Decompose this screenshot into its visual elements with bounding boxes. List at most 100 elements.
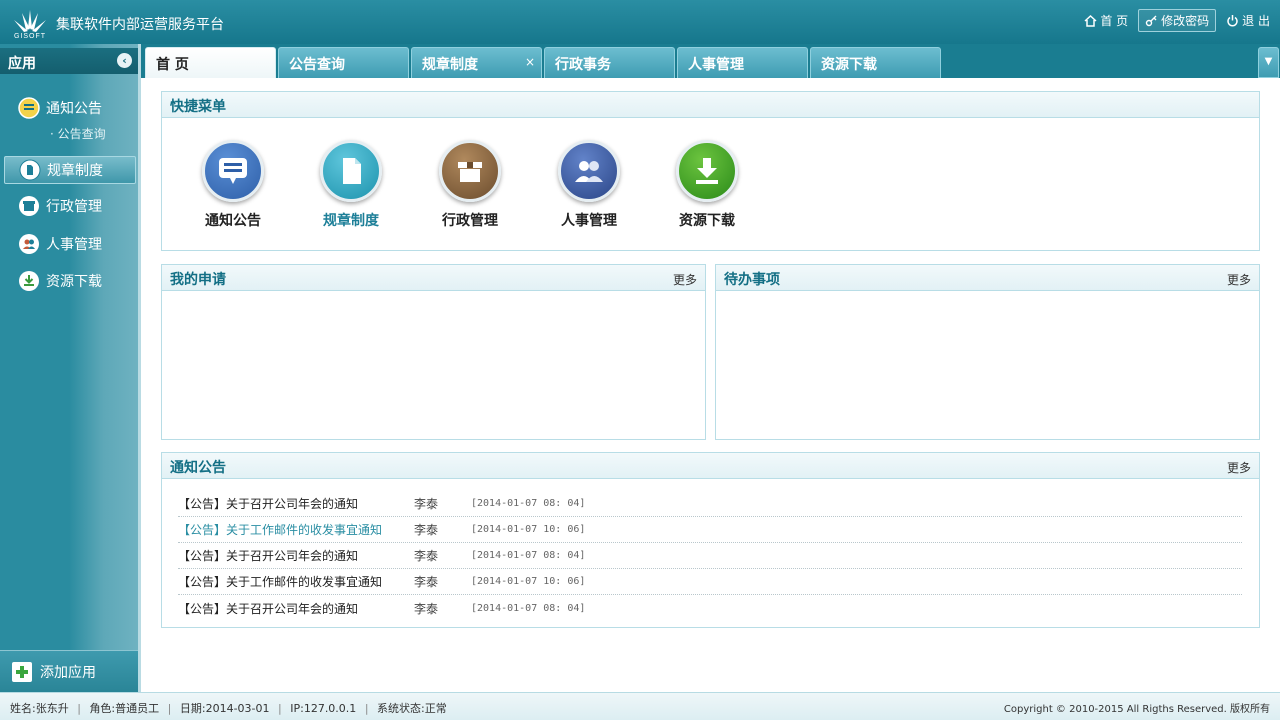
panel-header: 我的申请 更多 bbox=[162, 265, 705, 291]
notice-icon bbox=[219, 158, 247, 184]
panel-header: 待办事项 更多 bbox=[716, 265, 1259, 291]
todo-more-link[interactable]: 更多 bbox=[1227, 271, 1251, 288]
document-icon bbox=[343, 158, 361, 184]
tab-label: 资源下载 bbox=[821, 57, 877, 73]
notice-title: 【公告】关于召开公司年会的通知 bbox=[178, 549, 359, 563]
sidebar-item-label: 通知公告 bbox=[46, 101, 102, 117]
quick-regulations-button[interactable]: 规章制度 bbox=[306, 140, 396, 230]
panel-header: 通知公告 更多 bbox=[162, 453, 1259, 479]
status-bar: 姓名:张东升 | 角色:普通员工 | 日期:2014-03-01 | IP:12… bbox=[0, 692, 1280, 720]
notices-more-link[interactable]: 更多 bbox=[1227, 459, 1251, 476]
sidebar: 应用 ‹ 通知公告 · 公告查询 规章制度 行政管理 人事管理 资源下载 添加应… bbox=[0, 44, 141, 692]
notice-row[interactable]: 【公告】关于工作邮件的收发事宜通知 李泰 [2014-01-07 10: 06] bbox=[178, 517, 1242, 543]
status-user-name: 姓名:张东升 bbox=[10, 702, 69, 715]
box-icon bbox=[19, 196, 39, 216]
tab-close-icon[interactable]: × bbox=[525, 55, 535, 69]
my-requests-more-link[interactable]: 更多 bbox=[673, 271, 697, 288]
todo-panel: 待办事项 更多 bbox=[715, 264, 1260, 440]
tab-bar: 首 页 公告查询 规章制度 × 行政事务 人事管理 资源下载 ▼ bbox=[141, 44, 1280, 78]
notice-row[interactable]: 【公告】关于工作邮件的收发事宜通知 李泰 [2014-01-07 10: 06] bbox=[178, 569, 1242, 595]
sidebar-item-hr[interactable]: 人事管理 bbox=[4, 230, 136, 258]
notice-title: 【公告】关于工作邮件的收发事宜通知 bbox=[178, 575, 383, 589]
sidebar-item-regulations[interactable]: 规章制度 bbox=[4, 156, 136, 184]
notice-row[interactable]: 【公告】关于召开公司年会的通知 李泰 [2014-01-07 08: 04] bbox=[178, 491, 1242, 517]
add-app-button[interactable]: 添加应用 bbox=[0, 650, 138, 692]
quick-notice-circle bbox=[202, 140, 264, 202]
quick-item-label: 人事管理 bbox=[561, 213, 617, 229]
quick-notices-button[interactable]: 通知公告 bbox=[188, 140, 278, 230]
notice-date: [2014-01-07 10: 06] bbox=[471, 576, 586, 587]
tab-notice-query[interactable]: 公告查询 bbox=[278, 47, 409, 78]
collapse-sidebar-button[interactable]: ‹ bbox=[117, 53, 132, 68]
notice-author: 李泰 bbox=[414, 575, 439, 589]
sidebar-item-notices[interactable]: 通知公告 bbox=[4, 94, 136, 122]
notice-title: 【公告】关于召开公司年会的通知 bbox=[178, 497, 359, 511]
tab-downloads[interactable]: 资源下载 bbox=[810, 47, 941, 78]
notices-panel: 通知公告 更多 【公告】关于召开公司年会的通知 李泰 [2014-01-07 0… bbox=[161, 452, 1260, 628]
quick-admin-button[interactable]: 行政管理 bbox=[425, 140, 515, 230]
quick-menu-panel: 快捷菜单 通知公告 规章制度 行政管理 人事管理 资源下载 bbox=[161, 91, 1260, 251]
status-separator: | bbox=[167, 702, 172, 715]
sidebar-header: 应用 ‹ bbox=[0, 48, 138, 74]
plus-icon bbox=[12, 661, 32, 682]
quick-item-label: 规章制度 bbox=[323, 213, 379, 229]
sidebar-item-label: 资源下载 bbox=[46, 274, 102, 290]
notice-date: [2014-01-07 08: 04] bbox=[471, 498, 586, 509]
change-password-button[interactable]: 修改密码 bbox=[1138, 9, 1217, 32]
sidebar-item-downloads[interactable]: 资源下载 bbox=[4, 267, 136, 295]
home-link[interactable]: 首 页 bbox=[1084, 12, 1128, 29]
notice-title: 【公告】关于召开公司年会的通知 bbox=[178, 601, 359, 616]
status-ip: IP:127.0.0.1 bbox=[290, 702, 357, 715]
notice-date: [2014-01-07 08: 04] bbox=[471, 550, 586, 561]
notice-icon bbox=[18, 97, 40, 119]
tab-label: 首 页 bbox=[156, 57, 189, 73]
panel-title: 我的申请 bbox=[170, 272, 226, 288]
notice-row[interactable]: 【公告】关于召开公司年会的通知 李泰 [2014-01-07 08: 04] bbox=[178, 543, 1242, 569]
tab-label: 公告查询 bbox=[289, 57, 345, 73]
people-icon bbox=[575, 161, 603, 182]
notice-row[interactable]: 【公告】关于召开公司年会的通知 李泰 [2014-01-07 08: 04] bbox=[178, 595, 1242, 621]
home-link-label: 首 页 bbox=[1100, 14, 1129, 28]
status-system: 系统状态:正常 bbox=[377, 702, 447, 715]
panel-title: 待办事项 bbox=[724, 272, 780, 288]
tab-home[interactable]: 首 页 bbox=[145, 47, 276, 78]
sidebar-item-admin[interactable]: 行政管理 bbox=[4, 192, 136, 220]
status-separator: | bbox=[278, 702, 282, 715]
logout-label: 退 出 bbox=[1242, 14, 1270, 28]
tab-regulations[interactable]: 规章制度 × bbox=[411, 47, 542, 78]
tab-hr[interactable]: 人事管理 bbox=[677, 47, 808, 78]
status-date: 日期:2014-03-01 bbox=[179, 702, 270, 715]
notice-date: [2014-01-07 10: 06] bbox=[471, 524, 586, 535]
power-icon bbox=[1227, 15, 1238, 27]
quick-item-label: 资源下载 bbox=[679, 213, 735, 229]
quick-download-circle bbox=[676, 140, 738, 202]
logout-link[interactable]: 退 出 bbox=[1226, 12, 1270, 29]
copyright-text: Copyright © 2010-2015 All Rigths Reserve… bbox=[1003, 704, 1270, 715]
sidebar-item-label: 规章制度 bbox=[47, 163, 103, 179]
tab-admin-affairs[interactable]: 行政事务 bbox=[544, 47, 675, 78]
download-icon bbox=[19, 271, 39, 291]
notice-author: 李泰 bbox=[414, 497, 439, 511]
my-requests-panel: 我的申请 更多 bbox=[161, 264, 706, 440]
tab-list-dropdown-icon[interactable]: ▼ bbox=[1258, 47, 1279, 78]
quick-downloads-button[interactable]: 资源下载 bbox=[662, 140, 752, 230]
quick-hr-button[interactable]: 人事管理 bbox=[544, 140, 634, 230]
sidebar-item-label: 行政管理 bbox=[46, 199, 102, 215]
sidebar-item-label: 人事管理 bbox=[46, 237, 102, 253]
tab-label: 人事管理 bbox=[688, 57, 744, 73]
status-role: 角色:普通员工 bbox=[89, 702, 160, 715]
people-icon bbox=[19, 234, 39, 254]
notice-author: 李泰 bbox=[414, 549, 439, 563]
sidebar-subitem-notice-query[interactable]: · 公告查询 bbox=[50, 125, 106, 142]
panel-title: 通知公告 bbox=[170, 460, 226, 476]
change-password-label: 修改密码 bbox=[1161, 14, 1210, 28]
quick-menu-items: 通知公告 规章制度 行政管理 人事管理 资源下载 bbox=[162, 118, 1259, 250]
top-header: GISOFT 集联软件内部运营服务平台 首 页 修改密码 退 出 bbox=[0, 0, 1280, 44]
quick-admin-circle bbox=[439, 140, 501, 202]
home-icon bbox=[1084, 14, 1097, 27]
tab-label: 规章制度 bbox=[422, 57, 478, 73]
box-icon bbox=[458, 162, 482, 182]
app-title: 集联软件内部运营服务平台 bbox=[56, 17, 224, 33]
add-app-label: 添加应用 bbox=[40, 664, 96, 681]
header-links: 首 页 修改密码 退 出 bbox=[1084, 9, 1270, 32]
